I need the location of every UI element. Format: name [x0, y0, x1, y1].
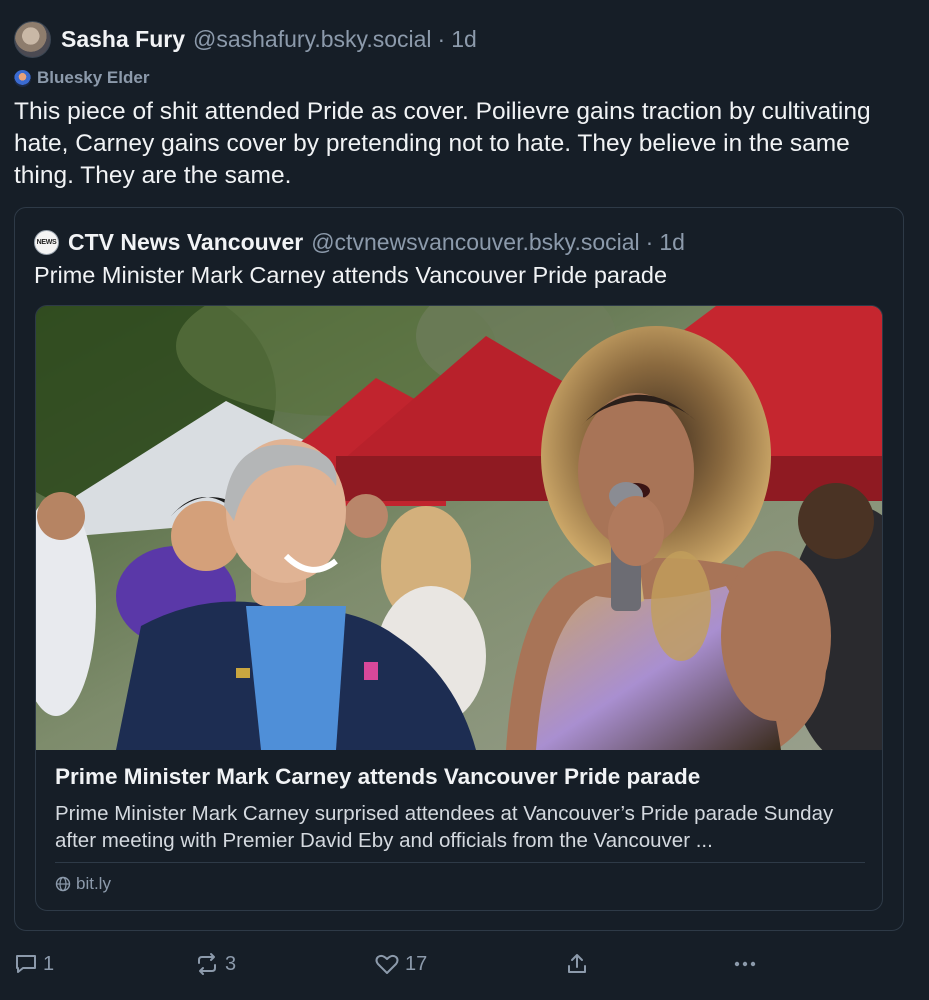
quoted-author-handle: @ctvnewsvancouver.bsky.social — [311, 228, 640, 255]
quoted-post[interactable]: NEWS CTV News Vancouver @ctvnewsvancouve… — [14, 207, 904, 931]
post-header: Sasha Fury @sashafury.bsky.social · 1d — [14, 20, 477, 58]
pride-parade-photo — [36, 306, 882, 750]
reply-button[interactable]: 1 — [14, 946, 54, 982]
avatar[interactable] — [14, 20, 51, 58]
repost-icon — [198, 953, 216, 975]
link-domain: bit.ly — [76, 874, 111, 893]
author-display-name[interactable]: Sasha Fury — [61, 26, 185, 53]
action-bar: 1 3 17 — [0, 946, 929, 982]
link-card-title: Prime Minister Mark Carney attends Vanco… — [55, 764, 701, 789]
share-button[interactable] — [565, 946, 589, 982]
quoted-post-text: Prime Minister Mark Carney attends Vanco… — [34, 262, 668, 288]
post-timestamp[interactable]: 1d — [451, 26, 477, 53]
repost-count: 3 — [225, 952, 237, 975]
like-count: 17 — [405, 952, 428, 975]
link-card-divider — [55, 862, 865, 863]
verification-badge[interactable]: Bluesky Elder — [14, 68, 149, 88]
separator-dot: · — [437, 25, 446, 52]
reply-count: 1 — [43, 952, 55, 975]
badge-label: Bluesky Elder — [37, 68, 150, 87]
globe-icon — [55, 876, 71, 892]
reply-icon — [16, 955, 36, 973]
like-button[interactable]: 17 — [374, 946, 427, 982]
more-icon — [734, 961, 756, 967]
bluesky-elder-icon — [14, 69, 31, 87]
quoted-author-avatar: NEWS — [34, 229, 59, 255]
post[interactable]: Sasha Fury @sashafury.bsky.social · 1d B… — [0, 0, 929, 1000]
link-card[interactable]: Prime Minister Mark Carney attends Vanco… — [35, 305, 883, 911]
link-card-domain: bit.ly — [55, 874, 111, 894]
quoted-author-name: CTV News Vancouver — [68, 228, 304, 255]
link-card-description: Prime Minister Mark Carney surprised att… — [55, 802, 834, 852]
share-icon — [568, 954, 586, 973]
separator-dot: · — [645, 228, 654, 255]
post-text: This piece of shit attended Pride as cov… — [14, 98, 871, 189]
more-options-button[interactable] — [732, 946, 758, 982]
repost-button[interactable]: 3 — [194, 946, 236, 982]
quoted-post-header: NEWS CTV News Vancouver @ctvnewsvancouve… — [34, 228, 685, 256]
link-card-image[interactable] — [36, 306, 882, 750]
author-handle[interactable]: @sashafury.bsky.social — [193, 26, 432, 53]
heart-icon — [375, 954, 399, 974]
quoted-post-timestamp: 1d — [659, 228, 685, 255]
